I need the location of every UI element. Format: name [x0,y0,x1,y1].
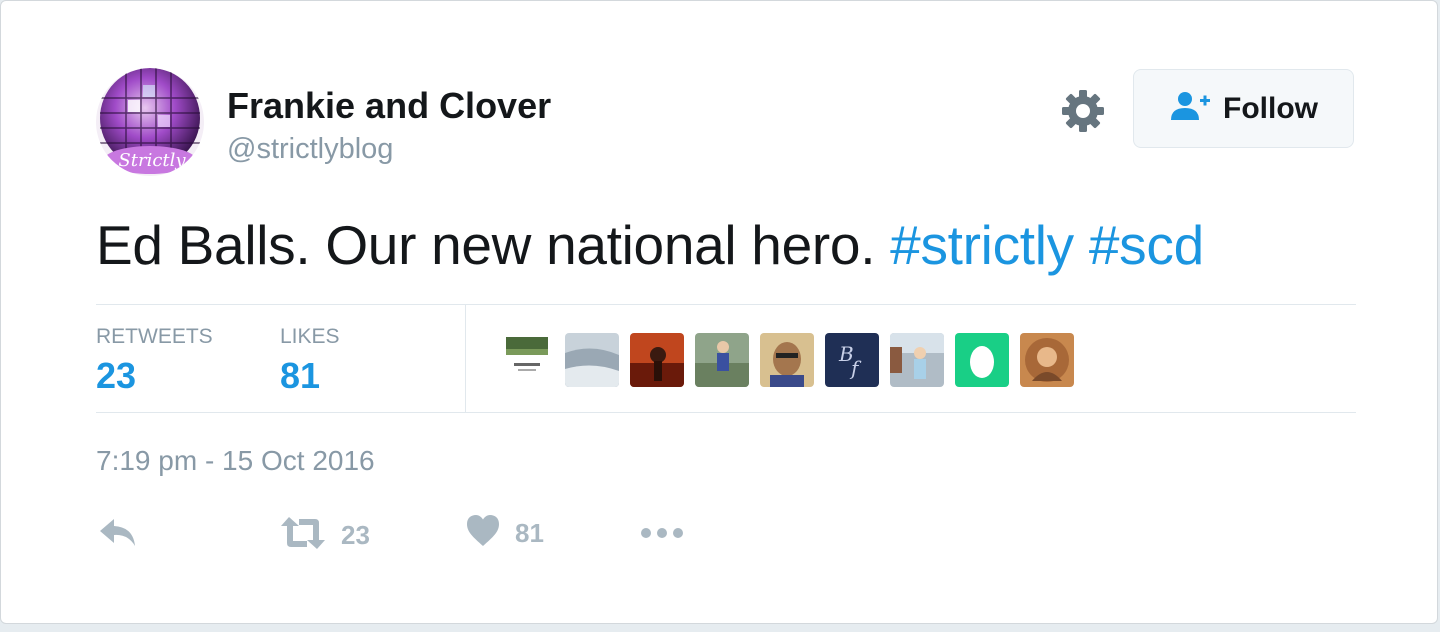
tweet-text: Ed Balls. Our new national hero. #strict… [96,213,1204,277]
liker-avatar[interactable] [890,333,944,387]
liker-avatar[interactable] [695,333,749,387]
liker-avatar[interactable]: Bf [825,333,879,387]
liker-avatar[interactable] [760,333,814,387]
tweet-timestamp[interactable]: 7:19 pm - 15 Oct 2016 [96,445,375,477]
bottom-strip [0,624,1440,632]
stats-divider [465,305,466,412]
tweet-card: Strictly Frankie and Clover @strictlyblo… [0,0,1438,624]
hashtag-scd[interactable]: #scd [1089,214,1204,276]
retweet-action-count: 23 [341,520,370,550]
heart-icon [465,513,501,554]
reply-button[interactable] [98,513,138,558]
retweets-count[interactable]: 23 [96,355,136,397]
liker-avatars: Bf [500,333,1074,387]
liker-avatar[interactable] [955,333,1009,387]
like-action-count: 81 [515,518,544,548]
tweet-stats: RETWEETS 23 LIKES 81 Bf [96,304,1356,413]
liker-avatar[interactable] [565,333,619,387]
follow-label: Follow [1223,91,1318,125]
retweet-button[interactable]: 23 [279,513,370,558]
gear-icon[interactable] [1060,88,1106,134]
liker-avatar[interactable] [630,333,684,387]
follow-button[interactable]: Follow [1133,69,1354,148]
retweets-label: RETWEETS [96,325,213,348]
reply-icon [98,513,138,558]
tweet-body: Ed Balls. Our new national hero. [96,214,876,276]
like-button[interactable]: 81 [465,513,544,554]
user-name[interactable]: Frankie and Clover [227,85,551,127]
user-handle[interactable]: @strictlyblog [227,133,393,166]
retweet-icon [279,513,327,558]
hashtag-strictly[interactable]: #strictly [890,214,1074,276]
user-avatar[interactable]: Strictly [96,68,204,176]
avatar-logo-text: Strictly [118,150,186,171]
likes-count[interactable]: 81 [280,355,320,397]
more-icon [639,513,685,558]
liker-avatar[interactable] [1020,333,1074,387]
liker-avatar[interactable] [500,333,554,387]
more-button[interactable] [639,513,685,558]
likes-label: LIKES [280,325,340,348]
follow-person-icon [1169,90,1211,127]
